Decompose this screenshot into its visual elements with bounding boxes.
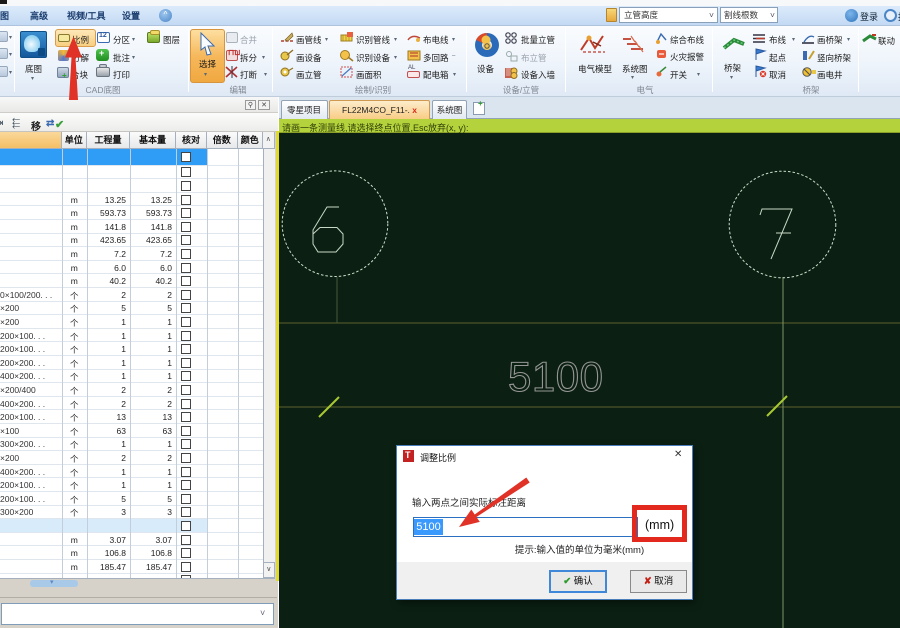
svg-text:5100: 5100 <box>508 353 603 400</box>
